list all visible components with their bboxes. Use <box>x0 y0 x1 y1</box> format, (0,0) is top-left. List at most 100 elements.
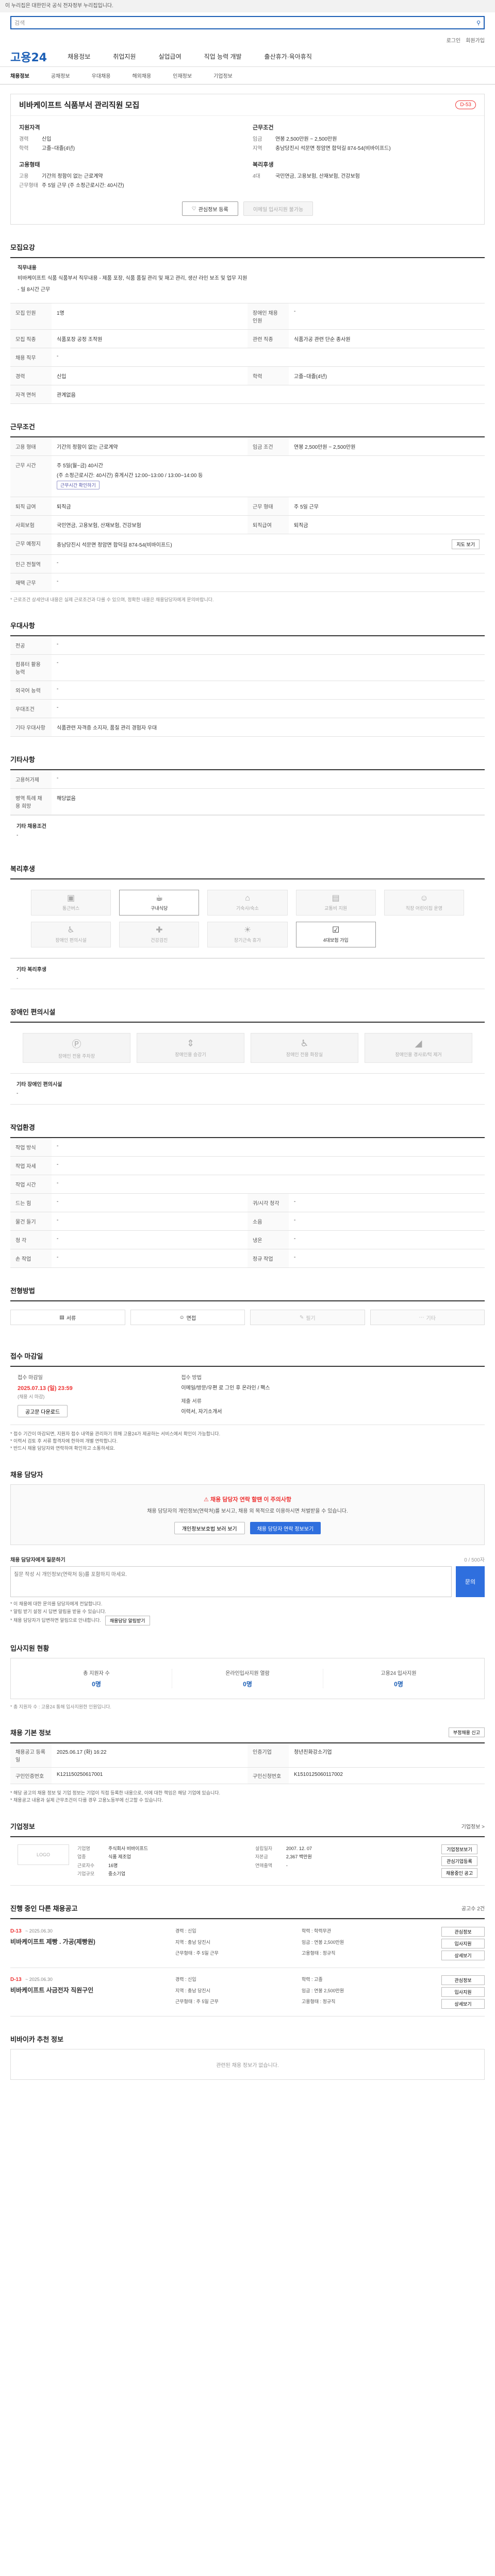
status-value: 0명 <box>394 1681 403 1688</box>
search-icon[interactable]: ⚲ <box>476 20 481 26</box>
section-title: 근무조건 <box>10 423 35 431</box>
sub-nav-item-preferred[interactable]: 우대채용 <box>92 72 111 79</box>
company-detail-link[interactable]: 기업정보 > <box>461 1822 485 1830</box>
company-jobs-button[interactable]: 채용중인 공고 <box>441 1868 477 1878</box>
status-key: 총 지원자 수 <box>83 1671 110 1676</box>
section-title: 입사지원 현황 <box>10 1645 50 1652</box>
other-job-item[interactable]: D-13 ~ 2025.06.30 비바케이프트 제빵 . 가공(제빵원) 경력… <box>10 1919 485 1968</box>
row-value: 청년친화강소기업 <box>294 1750 332 1755</box>
conditions-section: 근무조건 고용 형태 기간의 정함이 없는 근로계약 임금 조건 연봉 2,500만원… <box>10 421 485 603</box>
privacy-law-button[interactable]: 개인정보보호법 보러 보기 <box>174 1522 245 1534</box>
other-job-scrap-button[interactable]: 관심정보 <box>441 1975 485 1985</box>
nav-item-unemployment[interactable]: 실업급여 <box>158 52 181 61</box>
section-title: 기타사항 <box>10 756 35 764</box>
other-job-title[interactable]: 비바케이프트 제빵 . 가공(제빵원) <box>10 1937 165 1946</box>
inquiry-textarea[interactable] <box>10 1566 452 1597</box>
other-job-detail-button[interactable]: 상세보기 <box>441 1999 485 2009</box>
other-job-apply-button[interactable]: 입사지원 <box>441 1987 485 1997</box>
other-job-dday: D-13 <box>10 1977 22 1982</box>
kv-value: 연봉 2,500만원 ~ 2,500만원 <box>275 137 337 142</box>
sub-nav-item-overseas[interactable]: 해외채용 <box>132 72 151 79</box>
nav-item-support[interactable]: 취업지원 <box>113 52 136 61</box>
kv-value: 국민연금, 고용보험, 산재보험, 건강보험 <box>275 174 360 179</box>
row-key: 고용 형태 <box>10 437 52 455</box>
login-link[interactable]: 로그인 <box>447 36 461 44</box>
search-input[interactable]: 검색 ⚲ <box>10 16 485 29</box>
search-placeholder: 검색 <box>14 20 25 26</box>
disability-extra-label: 기타 장애인 편의시설 <box>16 1082 62 1088</box>
row-key: 인증기업 <box>248 1743 289 1767</box>
row-value: - <box>57 1180 59 1186</box>
row-value: - <box>57 1236 59 1242</box>
row-value: - <box>294 309 296 314</box>
other-job-detail-button[interactable]: 상세보기 <box>441 1951 485 1960</box>
kv-value: 기간의 정함이 없는 근로계약 <box>42 174 103 179</box>
facility-label: 장애인용 경사로/턱 제거 <box>395 1052 442 1057</box>
company-value: 2,367 백만원 <box>286 1854 312 1860</box>
row-value: 퇴직금 <box>57 504 71 510</box>
other-job-title[interactable]: 비바케이프트 사금전자 직원구인 <box>10 1986 165 1994</box>
work-env-section: 작업환경 작업 방식 - 작업 자세 - 작업 시간 - 드는 힘 - 귀/시각 청각 - … <box>10 1122 485 1268</box>
row-value: 2025.06.17 (화) 16:22 <box>57 1750 107 1755</box>
sub-nav-item-jobs[interactable]: 채용정보 <box>10 72 29 79</box>
status-value: 0명 <box>92 1681 101 1688</box>
scrap-button[interactable]: ♡ 관심정보 등록 <box>182 201 238 216</box>
nav-item-jobs[interactable]: 채용정보 <box>68 52 90 61</box>
other-job-scrap-button[interactable]: 관심정보 <box>441 1927 485 1937</box>
view-contact-button[interactable]: 채용 담당자 연락 정보보기 <box>250 1522 321 1534</box>
worktime-chip[interactable]: 근무시간 확인하기 <box>57 481 100 489</box>
row-value: 고졸~대졸(4년) <box>294 374 327 380</box>
sub-nav-item-public[interactable]: 공채정보 <box>51 72 70 79</box>
etc-icon: ⋯ <box>419 1314 424 1320</box>
report-button[interactable]: 부정채용 신고 <box>448 1727 485 1737</box>
summary-right: 근무조건 임금 연봉 2,500만원 ~ 2,500만원 지역 충남당진시 석문면 … <box>253 123 476 191</box>
warning-icon: ⚠ <box>204 1497 209 1503</box>
info-section: 채용 기본 정보 부정채용 신고 채용공고 등록일 2025.06.17 (화) … <box>10 1727 485 1804</box>
restroom-icon: ♿ <box>300 1038 309 1048</box>
row-key: 우대조건 <box>10 700 52 718</box>
signup-link[interactable]: 회원가입 <box>466 36 485 44</box>
row-key: 퇴직급여 <box>248 516 289 534</box>
row-value: 신입 <box>57 374 67 380</box>
company-value: 식품 제조업 <box>108 1854 131 1860</box>
summary-label-conditions: 근무조건 <box>253 125 274 131</box>
sub-nav-item-talent[interactable]: 인재정보 <box>173 72 192 79</box>
row-value: K121150250617001 <box>57 1772 103 1777</box>
welfare-item-health: ✚ 건강검진 <box>119 922 200 947</box>
meal-icon: ☕ <box>155 893 163 903</box>
logo[interactable]: 고용24 <box>10 48 47 65</box>
section-title: 모집요강 <box>10 244 35 251</box>
facility-label: 장애인용 승강기 <box>175 1052 206 1057</box>
inquiry-note: * 알림 받기 설정 시 답변 알림을 받을 수 있습니다. <box>10 1609 106 1614</box>
other-jobs-section: 진행 중인 다른 채용공고 공고수 2건 D-13 ~ 2025.06.30 비… <box>10 1903 485 2016</box>
row-value: 충남당진시 석문면 정암면 합덕길 874-54(비바이프드) <box>57 543 172 548</box>
other-job-info: 근무형태 : 주 5일 근무 <box>175 1951 219 1956</box>
row-value: - <box>57 1217 59 1223</box>
row-key: 물건 들기 <box>10 1212 52 1230</box>
row-value: 국민연금, 고용보험, 산재보험, 건강보험 <box>57 523 141 529</box>
map-button[interactable]: 지도 보기 <box>452 539 480 549</box>
notify-button[interactable]: 채용담당 알림받기 <box>105 1616 150 1625</box>
kv-value: 주 5일 근무 (주 소정근로시간: 40시간) <box>42 183 124 189</box>
ramp-icon: ◢ <box>415 1038 422 1048</box>
posting-download-button[interactable]: 공고문 다운로드 <box>18 1405 68 1417</box>
favorite-company-button[interactable]: 관심기업등록 <box>441 1856 477 1866</box>
company-info-button[interactable]: 기업정보보기 <box>441 1844 477 1854</box>
row-key: 병역 특례 채용 희망 <box>10 789 52 815</box>
elevator-icon: ⇕ <box>186 1038 195 1048</box>
apply-method-value: 이메일/방문/우편 로 그인 후 온라인 / 팩스 <box>181 1385 270 1391</box>
section-title: 전형방법 <box>10 1287 35 1295</box>
facility-ramp: ◢ 장애인용 경사로/턱 제거 <box>365 1033 472 1063</box>
inquiry-send-button[interactable]: 문의 <box>456 1566 485 1597</box>
row-key: 근무 시간 <box>10 456 52 497</box>
sub-nav-item-company[interactable]: 기업정보 <box>213 72 233 79</box>
other-job-item[interactable]: D-13 ~ 2025.06.30 비바케이프트 사금전자 직원구인 경력 : … <box>10 1968 485 2016</box>
other-job-info: 학력 : 학력무관 <box>302 1928 332 1934</box>
other-job-apply-button[interactable]: 입사지원 <box>441 1939 485 1948</box>
nav-item-leave[interactable]: 출산휴가·육아휴직 <box>265 52 312 61</box>
nav-item-training[interactable]: 직업 능력 개발 <box>204 52 242 61</box>
row-value: - <box>57 1143 59 1149</box>
email-apply-button[interactable]: 이메일 입사지원 불가능 <box>243 201 314 216</box>
welfare-item-bus: ▣ 통근버스 <box>31 890 111 916</box>
method-label: 필기 <box>306 1315 316 1321</box>
